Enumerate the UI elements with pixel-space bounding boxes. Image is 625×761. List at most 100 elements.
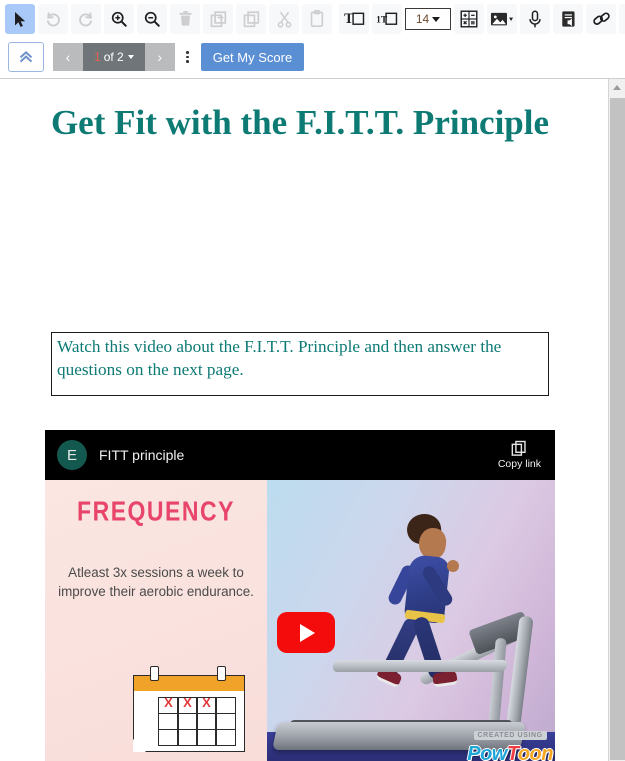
calendar-grid: X X X bbox=[158, 695, 236, 746]
vertical-scrollbar[interactable] bbox=[608, 79, 625, 761]
select-pointer-tool[interactable] bbox=[5, 4, 35, 34]
calendar-mark: X bbox=[164, 695, 173, 711]
scroll-thumb[interactable] bbox=[610, 98, 625, 760]
calendar-mark: X bbox=[202, 695, 211, 711]
font-size-value: 14 bbox=[415, 12, 430, 26]
image-icon bbox=[490, 12, 514, 25]
trash-icon bbox=[179, 11, 191, 26]
calendar-cell bbox=[158, 728, 179, 746]
record-audio-tool[interactable] bbox=[520, 4, 550, 34]
microphone-icon bbox=[529, 10, 541, 27]
insert-image-tool[interactable] bbox=[487, 4, 517, 34]
undo-icon bbox=[47, 12, 60, 27]
calendar-mark: X bbox=[183, 695, 192, 711]
video-frame[interactable]: FREQUENCY Atleast 3x sessions a week to … bbox=[45, 480, 555, 761]
calendar-cell bbox=[215, 697, 236, 715]
insert-audio-file-tool[interactable] bbox=[553, 4, 583, 34]
slide-body-text: Atleast 3x sessions a week to improve th… bbox=[58, 565, 254, 599]
document-scroll-area[interactable]: Get Fit with the F.I.T.T. Principle Watc… bbox=[0, 78, 625, 761]
play-button[interactable] bbox=[277, 612, 335, 653]
pager: ‹ 1 of 2 › bbox=[53, 43, 175, 71]
calendar-fold bbox=[133, 739, 146, 752]
paste-tool[interactable] bbox=[302, 4, 332, 34]
calendar-cell bbox=[177, 728, 198, 746]
zoom-in-icon bbox=[111, 11, 127, 27]
page-indicator[interactable]: 1 of 2 bbox=[83, 43, 145, 71]
more-options-button[interactable] bbox=[179, 43, 197, 71]
kebab-dot bbox=[186, 60, 189, 63]
text-style-tool[interactable]: 1T bbox=[372, 4, 402, 34]
copy-tool[interactable] bbox=[236, 4, 266, 34]
calendar-cell bbox=[196, 728, 217, 746]
slide-heading: FREQUENCY bbox=[77, 495, 235, 527]
next-page-button[interactable]: › bbox=[144, 43, 175, 71]
instruction-text-box[interactable]: Watch this video about the F.I.T.T. Prin… bbox=[51, 332, 549, 396]
add-text-box-tool[interactable]: T bbox=[339, 4, 369, 34]
slide-treadmill: CREATED USING PowToon bbox=[267, 480, 555, 761]
text-box-icon: T bbox=[344, 11, 364, 27]
editor-toolbar: T 1T 14 bbox=[0, 0, 625, 38]
copy-link-button[interactable]: Copy link bbox=[498, 440, 541, 470]
delete-tool[interactable] bbox=[170, 4, 200, 34]
runner-figure bbox=[375, 511, 483, 736]
cut-tool[interactable] bbox=[269, 4, 299, 34]
clipboard-icon bbox=[310, 10, 324, 28]
powtoon-watermark: CREATED USING PowToon bbox=[467, 724, 554, 761]
previous-page-button[interactable]: ‹ bbox=[53, 43, 83, 71]
zoom-out-tool[interactable] bbox=[137, 4, 167, 34]
calendar-cell bbox=[177, 713, 198, 730]
insert-equation-tool[interactable] bbox=[454, 4, 484, 34]
treadmill-armrest bbox=[331, 660, 509, 672]
app-window: T 1T 14 ‹ 1 of 2 › Get My Score Get Fit … bbox=[0, 0, 625, 761]
copy-link-icon bbox=[511, 441, 526, 457]
calculator-icon bbox=[460, 10, 478, 28]
chevron-down-icon bbox=[127, 55, 134, 59]
audio-file-icon bbox=[561, 11, 575, 27]
document-page: Get Fit with the F.I.T.T. Principle Watc… bbox=[0, 79, 597, 761]
powtoon-logo-part-1: Pow bbox=[467, 743, 507, 761]
calendar-cell bbox=[215, 728, 236, 746]
slide-frequency: FREQUENCY Atleast 3x sessions a week to … bbox=[45, 480, 267, 761]
kebab-dot bbox=[186, 51, 189, 54]
instruction-text: Watch this video about the F.I.T.T. Prin… bbox=[57, 337, 502, 380]
zoom-out-icon bbox=[144, 11, 160, 27]
chevron-double-up-icon bbox=[19, 51, 33, 63]
zoom-in-tool[interactable] bbox=[104, 4, 134, 34]
font-size-select[interactable]: 14 bbox=[405, 8, 451, 30]
calendar-icon: X X X bbox=[133, 666, 245, 758]
youtube-video-embed[interactable]: E FITT principle Copy link FREQUENCY Atl… bbox=[45, 430, 555, 761]
undo-tool[interactable] bbox=[38, 4, 68, 34]
duplicate-icon bbox=[210, 10, 226, 27]
calendar-ring bbox=[217, 666, 226, 681]
calendar-cell bbox=[196, 713, 217, 730]
chevron-down-icon bbox=[432, 16, 441, 22]
calendar-cell bbox=[215, 713, 236, 730]
page-current-number: 1 bbox=[94, 50, 101, 64]
scroll-up-button[interactable] bbox=[609, 79, 625, 96]
insert-link-tool[interactable] bbox=[586, 4, 616, 34]
duplicate-tool[interactable] bbox=[203, 4, 233, 34]
runner-hand bbox=[447, 560, 459, 572]
runner-front-shoe bbox=[432, 670, 458, 688]
copy-icon bbox=[243, 10, 259, 27]
page-title: Get Fit with the F.I.T.T. Principle bbox=[50, 103, 550, 142]
video-header: E FITT principle Copy link bbox=[45, 430, 555, 480]
get-my-score-button[interactable]: Get My Score bbox=[200, 43, 305, 71]
page-total-label: of 2 bbox=[103, 50, 124, 64]
play-triangle-icon bbox=[300, 623, 315, 642]
page-right-margin bbox=[597, 79, 608, 761]
page-navigation-bar: ‹ 1 of 2 › Get My Score bbox=[0, 38, 625, 76]
redo-icon bbox=[79, 12, 92, 27]
calendar-cell: X bbox=[158, 695, 179, 715]
calendar-cell: X bbox=[177, 695, 198, 715]
text-style-icon: 1T bbox=[376, 12, 398, 25]
link-icon bbox=[592, 12, 610, 25]
watermark-created-label: CREATED USING bbox=[473, 731, 547, 740]
collapse-toolbar-button[interactable] bbox=[8, 42, 44, 72]
redo-tool[interactable] bbox=[71, 4, 101, 34]
channel-avatar: E bbox=[57, 440, 87, 470]
copy-link-label: Copy link bbox=[497, 458, 541, 471]
powtoon-logo: PowToon bbox=[467, 743, 553, 761]
insert-page-tool[interactable] bbox=[619, 4, 625, 34]
video-title[interactable]: FITT principle bbox=[99, 447, 498, 463]
